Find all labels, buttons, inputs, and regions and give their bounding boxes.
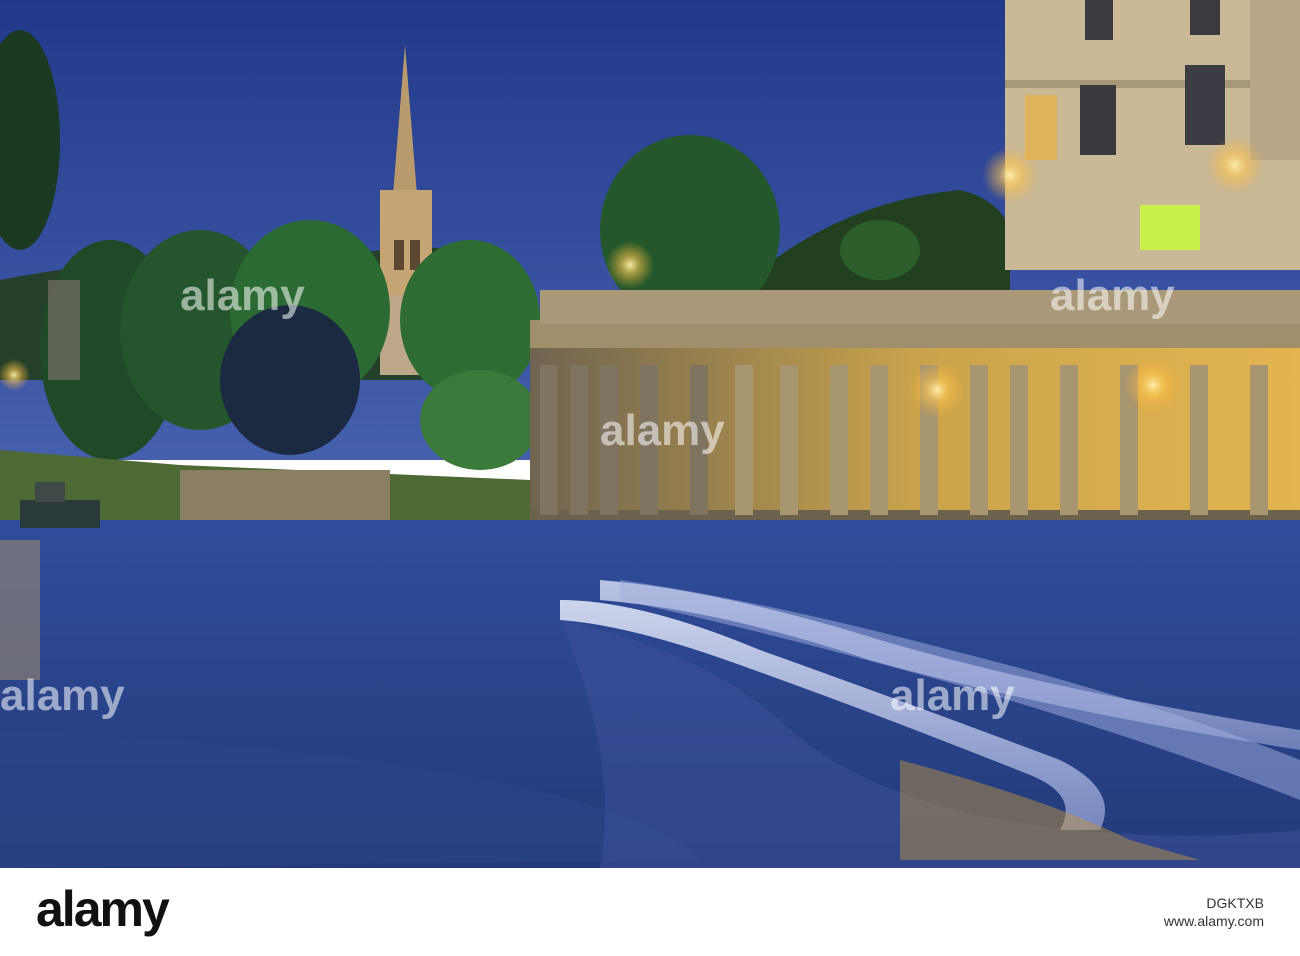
column bbox=[540, 365, 558, 515]
watermark-bottom-left: alamy bbox=[0, 671, 125, 720]
lamp-glow bbox=[909, 362, 965, 418]
lamp-glow bbox=[1125, 357, 1181, 413]
image-stage: alamy alamy alamy alamy alamy alamy DGKT… bbox=[0, 0, 1300, 956]
column bbox=[970, 365, 988, 515]
watermark-center: alamy bbox=[600, 406, 725, 455]
lamp-glow bbox=[606, 241, 654, 289]
alamy-footer: alamy DGKTXB www.alamy.com bbox=[0, 868, 1300, 956]
image-id-block: DGKTXB www.alamy.com bbox=[1164, 894, 1264, 930]
photo-bath-pulteney-weir-dusk: alamy alamy alamy alamy alamy bbox=[0, 0, 1300, 868]
column bbox=[735, 365, 753, 515]
column bbox=[570, 365, 588, 515]
column bbox=[1250, 365, 1268, 515]
lamp-glow bbox=[982, 147, 1038, 203]
column bbox=[1060, 365, 1078, 515]
lamp-reflection-left bbox=[0, 540, 40, 680]
column bbox=[1190, 365, 1208, 515]
photo-illustration: alamy alamy alamy alamy alamy bbox=[0, 0, 1300, 868]
scaffolded-building bbox=[48, 280, 80, 380]
column bbox=[830, 365, 848, 515]
column bbox=[870, 365, 888, 515]
column bbox=[780, 365, 798, 515]
image-id: DGKTXB bbox=[1206, 895, 1264, 911]
watermark-bottom-right: alamy bbox=[890, 671, 1015, 720]
alamy-url: www.alamy.com bbox=[1163, 913, 1264, 929]
hotel-building bbox=[1005, 0, 1300, 270]
watermark-top-left: alamy bbox=[180, 271, 305, 320]
stone-wall-left bbox=[180, 470, 390, 520]
column bbox=[1010, 365, 1028, 515]
lamp-glow bbox=[1207, 137, 1263, 193]
watermark-top-right: alamy bbox=[1050, 271, 1175, 320]
alamy-logo: alamy bbox=[36, 881, 170, 937]
